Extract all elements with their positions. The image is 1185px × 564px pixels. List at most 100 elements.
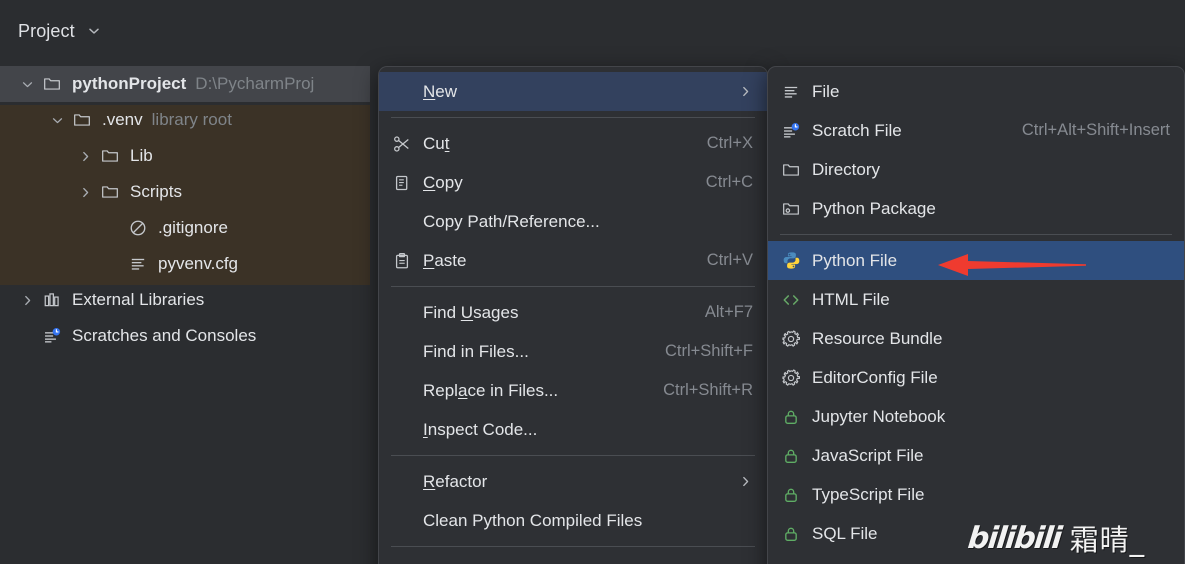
menu-label-post: nspect Code... (428, 420, 538, 439)
tree-node-hint: D:\PycharmProj (195, 74, 314, 94)
chevron-right-icon[interactable] (72, 149, 98, 164)
folder-icon (40, 75, 64, 93)
tree-node-lib[interactable]: Lib (0, 138, 390, 174)
submenu-item-label: HTML File (808, 290, 890, 310)
menu-item-find-in-files[interactable]: Find in Files... Ctrl+Shift+F (379, 332, 767, 371)
chevron-down-icon[interactable] (14, 77, 40, 92)
menu-label-post: ew (435, 82, 457, 101)
submenu-item-jupyter-notebook[interactable]: Jupyter Notebook (768, 397, 1184, 436)
folder-icon (98, 147, 122, 165)
submenu-item-file[interactable]: File (768, 72, 1184, 111)
menu-item-label: Copy Path/Reference... (419, 212, 600, 232)
menu-label-post: sages (473, 303, 518, 322)
menu-item-label: Inspect Code... (419, 420, 537, 440)
scissors-icon (393, 135, 419, 153)
menu-label-mnemonic: N (423, 82, 435, 101)
scratch-file-icon (782, 122, 808, 140)
menu-item-inspect-code[interactable]: Inspect Code... (379, 410, 767, 449)
submenu-item-label: Resource Bundle (808, 329, 942, 349)
tree-node-scripts[interactable]: Scripts (0, 174, 390, 210)
menu-item-shortcut: Ctrl+V (685, 251, 753, 270)
lock-icon (782, 447, 808, 465)
menu-item-label: Find in Files... (419, 342, 529, 362)
menu-item-replace-in-files[interactable]: Replace in Files...Ctrl+Shift+R (379, 371, 767, 410)
submenu-item-scratch-file[interactable]: Scratch File Ctrl+Alt+Shift+Insert (768, 111, 1184, 150)
tree-node-label: pythonProject (72, 74, 186, 94)
submenu-item-label: TypeScript File (808, 485, 924, 505)
menu-label-mnemonic: R (423, 472, 435, 491)
menu-item-refactor[interactable]: Refactor (379, 462, 767, 501)
tree-node-label: Lib (130, 146, 153, 166)
menu-item-label: Copy (419, 173, 463, 193)
python-logo-icon (782, 251, 808, 270)
menu-label-pre: Cu (423, 134, 445, 153)
copy-icon (393, 174, 419, 192)
menu-item-find-usages[interactable]: Find UsagesAlt+F7 (379, 293, 767, 332)
menu-item-new[interactable]: New (379, 72, 767, 111)
submenu-item-python-file[interactable]: Python File (768, 241, 1184, 280)
submenu-item-label: Python Package (808, 199, 936, 219)
tool-window-header[interactable]: Project (0, 0, 390, 62)
submenu-item-sql-file[interactable]: SQL File (768, 514, 1184, 553)
gear-icon (782, 330, 808, 348)
menu-separator (391, 117, 755, 118)
tree-node-label: Scratches and Consoles (72, 326, 256, 346)
submenu-item-label: EditorConfig File (808, 368, 938, 388)
submenu-item-shortcut: Ctrl+Alt+Shift+Insert (1000, 121, 1170, 140)
menu-item-cut[interactable]: CutCtrl+X (379, 124, 767, 163)
submenu-item-label: Jupyter Notebook (808, 407, 945, 427)
chevron-down-icon[interactable] (44, 113, 70, 128)
library-icon (40, 291, 64, 309)
submenu-item-python-package[interactable]: Python Package (768, 189, 1184, 228)
menu-item-label: Refactor (419, 472, 487, 492)
menu-item-label: Cut (419, 134, 449, 154)
tree-node-label: pyvenv.cfg (158, 254, 238, 274)
tree-node-label: .gitignore (158, 218, 228, 238)
chevron-down-icon[interactable] (86, 23, 102, 39)
submenu-item-editorconfig-file[interactable]: EditorConfig File (768, 358, 1184, 397)
submenu-item-html-file[interactable]: HTML File (768, 280, 1184, 319)
config-file-icon (126, 255, 150, 273)
chevron-right-icon[interactable] (72, 185, 98, 200)
menu-label-mnemonic: C (423, 173, 435, 192)
submenu-item-label: File (808, 82, 839, 102)
project-tree: pythonProject D:\PycharmProj .venvlibrary… (0, 66, 390, 354)
project-tool-window: Project pythonProject D:\PycharmProj .ven… (0, 0, 390, 564)
tree-node-external-libraries[interactable]: External Libraries (0, 282, 390, 318)
page-title: Project (18, 21, 75, 42)
menu-item-label: Find Usages (419, 303, 518, 323)
menu-label-post: opy (435, 173, 462, 192)
python-package-icon (782, 200, 808, 218)
tree-node--gitignore[interactable]: .gitignore (0, 210, 390, 246)
tree-node-pythonproject[interactable]: pythonProject D:\PycharmProj (0, 66, 370, 102)
lock-icon (782, 408, 808, 426)
menu-item-shortcut: Ctrl+Shift+R (641, 381, 753, 400)
menu-label-mnemonic: P (423, 251, 434, 270)
paste-icon (393, 252, 419, 270)
gear-icon (782, 369, 808, 387)
menu-item-paste[interactable]: PasteCtrl+V (379, 241, 767, 280)
submenu-item-javascript-file[interactable]: JavaScript File (768, 436, 1184, 475)
chevron-right-icon[interactable] (14, 293, 40, 308)
submenu-item-typescript-file[interactable]: TypeScript File (768, 475, 1184, 514)
menu-item-clean-python-compiled-files[interactable]: Clean Python Compiled Files (379, 501, 767, 540)
menu-label-mnemonic: U (461, 303, 473, 322)
html-tag-icon (782, 291, 808, 309)
submenu-item-label: Scratch File (808, 121, 902, 141)
menu-separator (780, 234, 1172, 235)
folder-icon (70, 111, 94, 129)
submenu-item-resource-bundle[interactable]: Resource Bundle (768, 319, 1184, 358)
menu-item-copy-path-reference[interactable]: Copy Path/Reference... (379, 202, 767, 241)
menu-item-copy[interactable]: CopyCtrl+C (379, 163, 767, 202)
tree-node-scratches-and-consoles[interactable]: Scratches and Consoles (0, 318, 390, 354)
gitignore-icon (126, 219, 150, 237)
new-submenu: File Scratch File Ctrl+Alt+Shift+Insert Di… (767, 66, 1185, 564)
submenu-item-directory[interactable]: Directory (768, 150, 1184, 189)
menu-item-shortcut: Ctrl+Shift+F (643, 342, 753, 361)
tree-node-label: Scripts (130, 182, 182, 202)
tree-node-pyvenv-cfg[interactable]: pyvenv.cfg (0, 246, 390, 282)
tree-node--venv[interactable]: .venvlibrary root (0, 102, 390, 138)
tree-node-label: .venv (102, 110, 143, 130)
pycharm-window: Project pythonProject D:\PycharmProj .ven… (0, 0, 1185, 564)
menu-separator (391, 546, 755, 547)
